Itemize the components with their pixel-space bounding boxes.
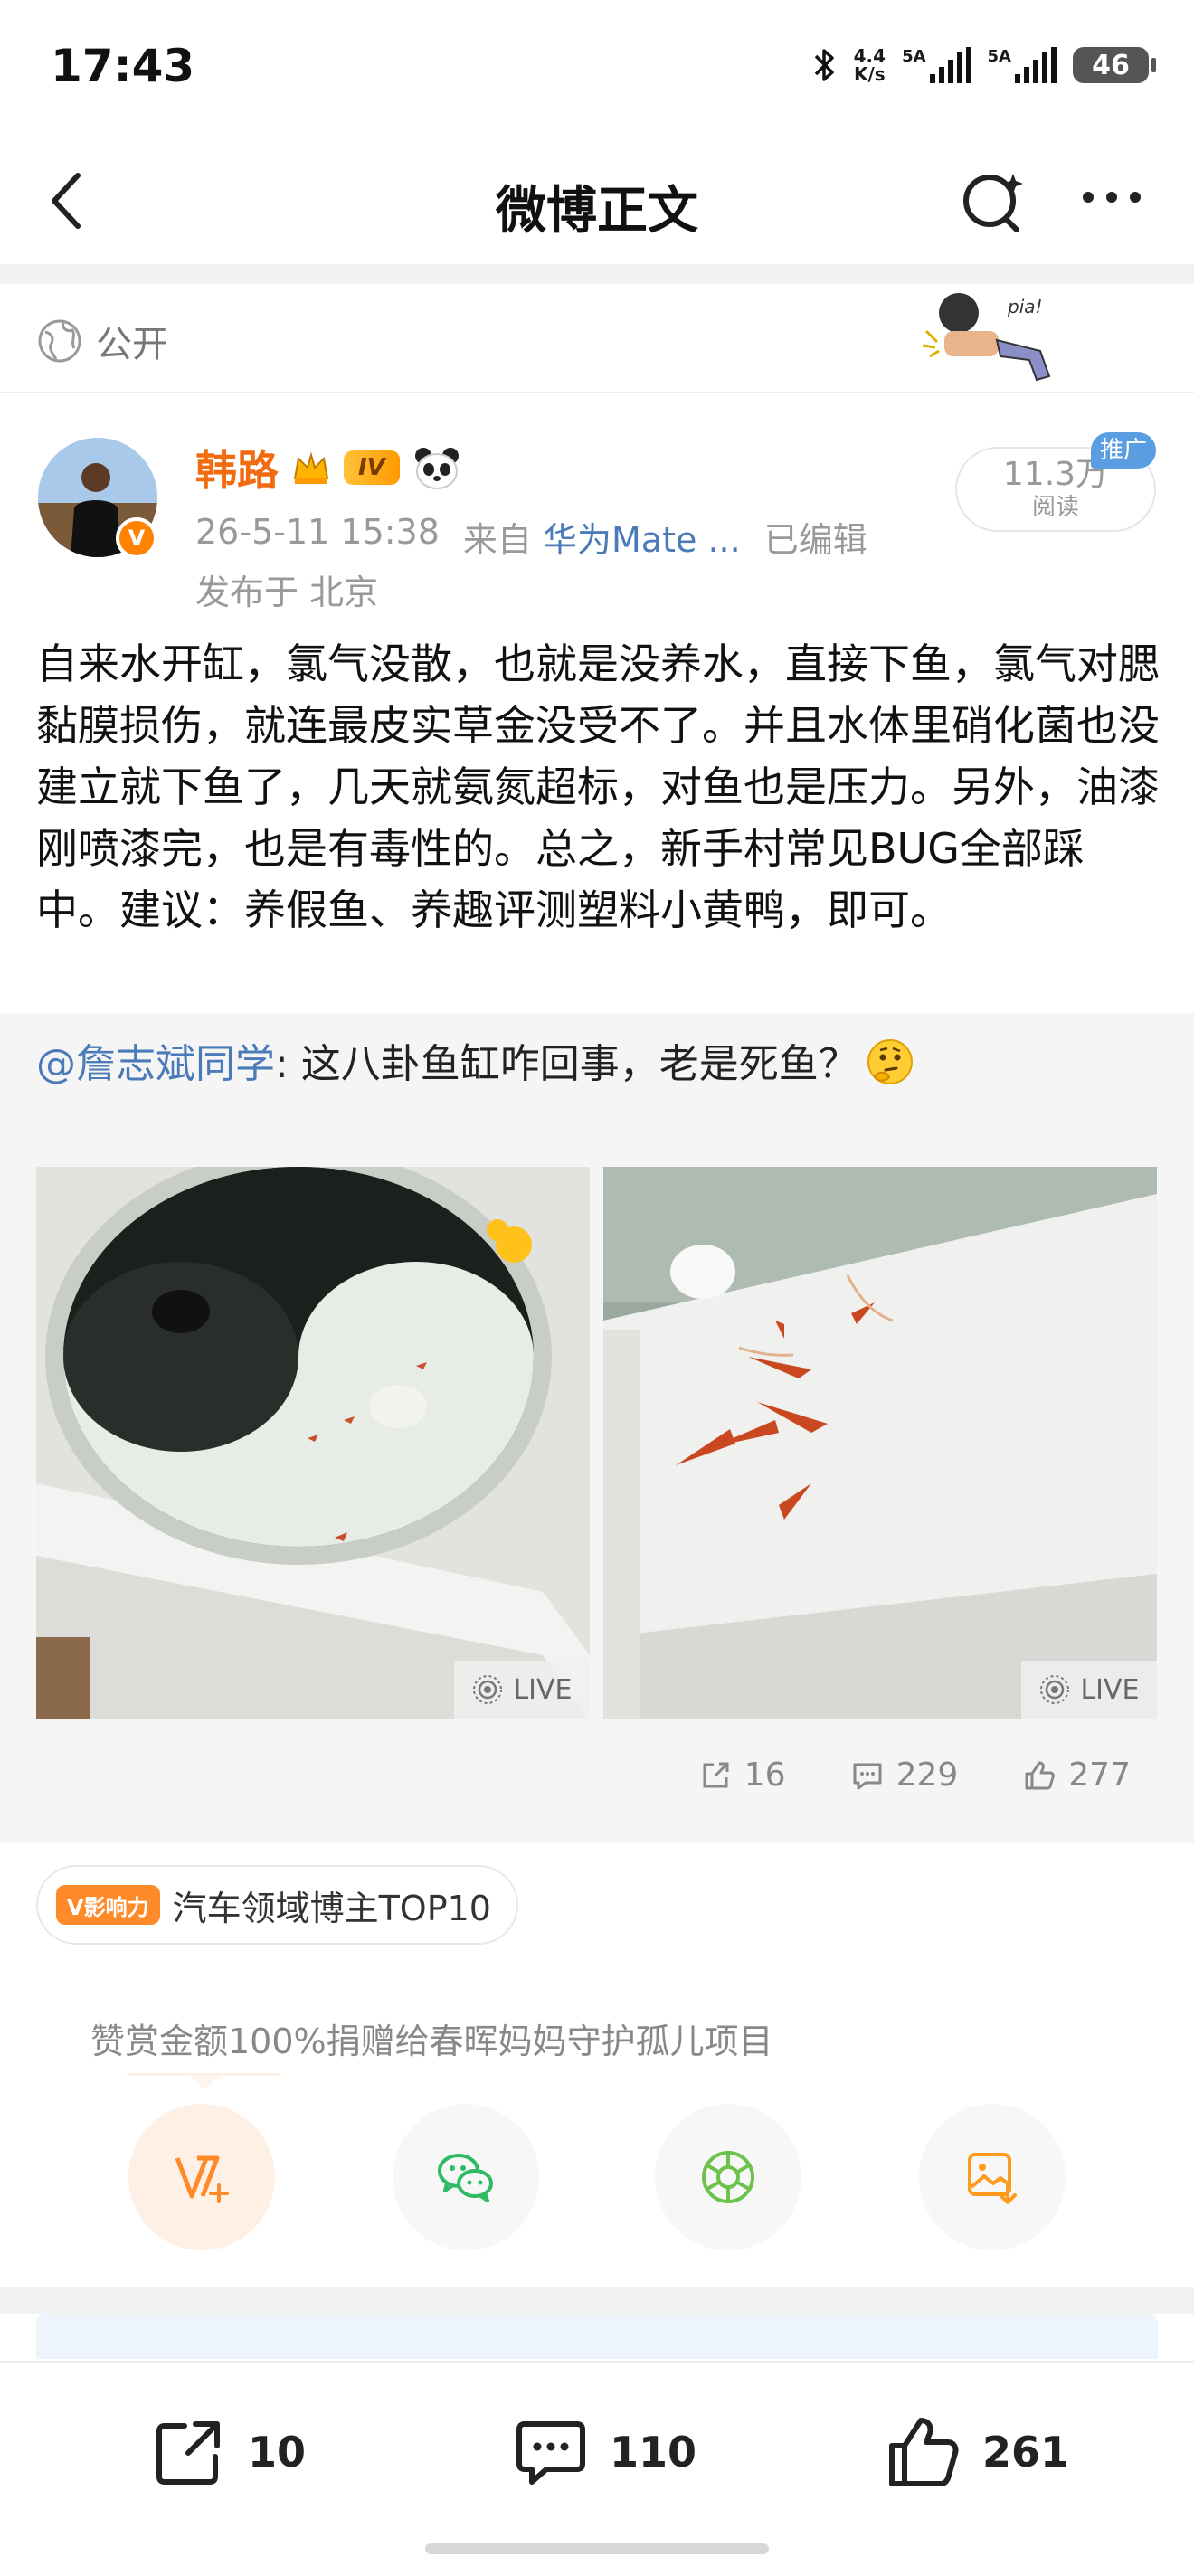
yin-yang-fish-tank-image	[36, 1167, 590, 1719]
reward-button[interactable]	[128, 2104, 275, 2250]
live-label: LIVE	[513, 1673, 573, 1706]
next-card-peek[interactable]	[36, 2314, 1158, 2359]
edited-label[interactable]: 已编辑	[764, 512, 867, 562]
level-badge: IV	[344, 450, 400, 485]
signal-icon-2: 5A	[988, 47, 1057, 83]
search-icon[interactable]	[955, 163, 1031, 239]
nav-bar: 微博正文	[0, 136, 1194, 264]
source-prefix: 来自	[462, 520, 532, 560]
visibility-label: 公开	[96, 324, 168, 365]
repost-author-link[interactable]: @詹志斌同学	[36, 1041, 275, 1087]
svg-text:pia!: pia!	[1007, 296, 1043, 317]
battery-level: 46	[1092, 49, 1130, 81]
reward-text: 赞赏金额100%捐赠给春晖妈妈守护孤儿项目	[90, 2022, 773, 2061]
status-bar: 17:43 4.4 K/s 5A 5A 46	[0, 0, 1194, 136]
repost-share-button[interactable]: 16	[697, 1757, 786, 1794]
globe-icon	[38, 319, 81, 363]
battery-icon: 46	[1073, 47, 1156, 83]
thinking-emoji-icon	[867, 1039, 913, 1084]
like-icon	[889, 2418, 959, 2486]
influence-text: 汽车领域博主TOP10	[172, 1888, 491, 1928]
section-divider	[0, 264, 1194, 284]
panda-icon	[414, 448, 459, 489]
comment-count: 110	[610, 2428, 697, 2477]
author-name[interactable]: 韩路	[195, 438, 279, 497]
live-photo-badge: LIVE	[1021, 1661, 1157, 1719]
author-row: 韩路 IV	[195, 438, 461, 497]
crown-icon	[293, 451, 329, 484]
comment-button[interactable]: 110	[512, 2413, 696, 2491]
post-text: 自来水开缸，氯气没散，也就是没养水，直接下鱼，氯气对腮黏膜损伤，就连最皮实草金没…	[36, 639, 1160, 934]
repost-like-button[interactable]: 277	[1021, 1757, 1131, 1794]
post-location: 发布于 北京	[195, 573, 379, 612]
repost-comment-button[interactable]: 229	[849, 1757, 959, 1794]
live-icon	[1040, 1675, 1070, 1704]
comment-icon	[853, 1763, 882, 1789]
reward-icon	[175, 2155, 229, 2203]
repost-photo-2[interactable]: LIVE	[603, 1167, 1157, 1719]
share-button[interactable]: 10	[150, 2413, 306, 2491]
repost-actions: 16 229 277	[697, 1757, 1131, 1794]
more-icon[interactable]	[1071, 179, 1152, 215]
home-indicator[interactable]	[425, 2543, 769, 2554]
cartoon-decoration-icon: pia!	[922, 293, 1051, 382]
repost-text: : 这八卦鱼缸咋回事，老是死鱼？	[275, 1041, 858, 1087]
visibility-indicator: 公开	[36, 315, 168, 367]
net-speed-value: 4.4	[853, 45, 886, 67]
read-label: 阅读	[1031, 494, 1079, 521]
status-time: 17:43	[51, 40, 195, 92]
save-image-button[interactable]	[919, 2104, 1066, 2250]
source-info: 来自 华为Mate ...	[463, 512, 741, 562]
live-label: LIVE	[1080, 1673, 1140, 1706]
source-device-link[interactable]: 华为Mate ...	[543, 520, 741, 560]
repost-share-count: 16	[744, 1757, 786, 1794]
like-icon	[1025, 1761, 1056, 1789]
live-icon	[473, 1675, 503, 1704]
repost-comment-count: 229	[896, 1757, 959, 1794]
net-speed-unit: K/s	[853, 63, 886, 85]
ad-badge: 推广	[1091, 432, 1156, 469]
share-count: 10	[248, 2428, 307, 2477]
status-indicators: 4.4 K/s 5A 5A 46	[810, 47, 1156, 83]
wechat-icon	[438, 2154, 493, 2202]
divider	[0, 392, 1194, 393]
bottom-action-bar: 10 110 261	[0, 2361, 1194, 2576]
verified-v-icon: V	[116, 517, 157, 559]
reward-caret	[188, 2075, 221, 2089]
influence-tag: V影响力	[56, 1885, 160, 1925]
repost-card[interactable]: @詹志斌同学: 这八卦鱼缸咋回事，老是死鱼？ LIVE LIVE 16 229 …	[0, 1013, 1194, 1843]
save-image-icon	[968, 2153, 1017, 2204]
dead-fish-image	[603, 1167, 1157, 1719]
sim2-label: 5A	[987, 47, 1011, 66]
influence-chip[interactable]: V影响力 汽车领域博主TOP10	[36, 1865, 518, 1945]
repost-like-count: 277	[1068, 1757, 1131, 1794]
comment-icon	[516, 2421, 585, 2485]
like-button[interactable]: 261	[885, 2413, 1069, 2491]
net-speed: 4.4 K/s	[854, 47, 886, 83]
moments-share-button[interactable]	[655, 2104, 801, 2250]
share-icon	[703, 1762, 729, 1787]
share-icon	[156, 2421, 220, 2485]
repost-text-block: @詹志斌同学: 这八卦鱼缸咋回事，老是死鱼？	[36, 1035, 1122, 1094]
live-photo-badge: LIVE	[454, 1661, 590, 1719]
post-meta: 26-5-11 15:38 来自 华为Mate ... 已编辑	[195, 512, 867, 562]
post-timestamp: 26-5-11 15:38	[195, 512, 440, 552]
like-count: 261	[982, 2428, 1070, 2477]
repost-photo-1[interactable]: LIVE	[36, 1167, 590, 1719]
bluetooth-icon	[814, 49, 834, 81]
section-divider	[0, 2287, 1194, 2314]
wechat-share-button[interactable]	[393, 2104, 539, 2250]
sim1-label: 5A	[902, 47, 926, 66]
signal-icon: 5A	[902, 47, 971, 83]
moments-icon	[702, 2151, 754, 2203]
